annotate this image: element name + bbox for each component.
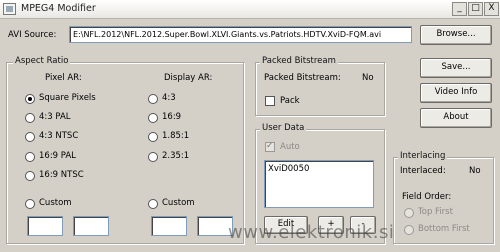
pixel-ar-radio-custom[interactable] xyxy=(25,199,35,209)
pixel-ar-custom-height-input[interactable] xyxy=(73,216,109,236)
save-button[interactable]: Save... xyxy=(420,58,492,78)
list-item[interactable]: XviD0050 xyxy=(268,164,309,174)
interlacing-legend: Interlacing xyxy=(398,151,448,161)
display-ar-radio-235[interactable] xyxy=(148,152,158,162)
display-ar-label-custom: Custom xyxy=(162,198,195,208)
auto-label: Auto xyxy=(280,142,300,152)
user-data-list[interactable]: XviD0050 xyxy=(264,160,374,208)
pixel-ar-header: Pixel AR: xyxy=(45,73,82,83)
pixel-ar-radio-169-pal[interactable] xyxy=(25,152,35,162)
video-info-button[interactable]: Video Info xyxy=(420,83,492,103)
display-ar-label-185: 1.85:1 xyxy=(162,131,190,141)
display-ar-radio-185[interactable] xyxy=(148,132,158,142)
top-first-label: Top First xyxy=(418,207,453,217)
close-button[interactable]: X xyxy=(484,2,499,16)
aspect-ratio-legend: Aspect Ratio xyxy=(13,56,71,66)
top-first-radio[interactable] xyxy=(404,208,414,218)
packed-bitstream-status-label: Packed Bitstream: xyxy=(264,73,341,83)
pixel-ar-label-169-ntsc: 16:9 NTSC xyxy=(39,170,84,180)
browse-button[interactable]: Browse... xyxy=(420,25,492,45)
display-ar-label-43: 4:3 xyxy=(162,93,176,103)
field-order-label: Field Order: xyxy=(402,192,452,202)
pixel-ar-label-169-pal: 16:9 PAL xyxy=(39,151,76,161)
pack-checkbox[interactable] xyxy=(265,96,275,106)
display-ar-radio-custom[interactable] xyxy=(148,199,158,209)
pixel-ar-label-square: Square Pixels xyxy=(39,93,96,103)
pixel-ar-label-43-pal: 4:3 PAL xyxy=(39,112,71,122)
pixel-ar-radio-43-ntsc[interactable] xyxy=(25,132,35,142)
pixel-ar-radio-169-ntsc[interactable] xyxy=(25,171,35,181)
auto-checkbox[interactable] xyxy=(265,141,275,152)
minimize-button[interactable]: _ xyxy=(452,2,467,16)
bottom-first-radio[interactable] xyxy=(404,225,414,235)
packed-bitstream-legend: Packed Bitstream xyxy=(260,56,338,66)
display-ar-label-235: 2.35:1 xyxy=(162,151,190,161)
pixel-ar-custom-width-input[interactable] xyxy=(27,216,63,236)
bottom-first-label: Bottom First xyxy=(418,224,470,234)
avi-source-label: AVI Source: xyxy=(8,30,57,40)
pack-label: Pack xyxy=(280,96,300,106)
app-icon xyxy=(3,3,16,15)
display-ar-label-169: 16:9 xyxy=(162,112,182,122)
avi-source-path: E:\NFL.2012\NFL.2012.Super.Bowl.XLVI.Gia… xyxy=(73,30,382,39)
watermark-text: www.elektronik.si xyxy=(228,222,395,243)
interlaced-label: Interlaced: xyxy=(400,166,446,176)
pixel-ar-label-43-ntsc: 4:3 NTSC xyxy=(39,131,79,141)
display-ar-radio-43[interactable] xyxy=(148,94,158,104)
interlaced-value: No xyxy=(469,166,481,176)
about-button[interactable]: About xyxy=(420,108,492,128)
pixel-ar-radio-square[interactable] xyxy=(25,94,35,104)
packed-bitstream-status-value: No xyxy=(362,73,374,83)
avi-source-field[interactable]: E:\NFL.2012\NFL.2012.Super.Bowl.XLVI.Gia… xyxy=(69,26,412,43)
user-data-legend: User Data xyxy=(260,123,307,133)
packed-bitstream-group xyxy=(255,62,385,116)
window-title: MPEG4 Modifier xyxy=(21,3,96,14)
pixel-ar-radio-43-pal[interactable] xyxy=(25,113,35,123)
display-ar-radio-169[interactable] xyxy=(148,113,158,123)
pixel-ar-label-custom: Custom xyxy=(39,198,72,208)
maximize-button[interactable]: □ xyxy=(468,2,483,16)
display-ar-custom-width-input[interactable] xyxy=(151,216,187,236)
display-ar-header: Display AR: xyxy=(164,73,213,83)
